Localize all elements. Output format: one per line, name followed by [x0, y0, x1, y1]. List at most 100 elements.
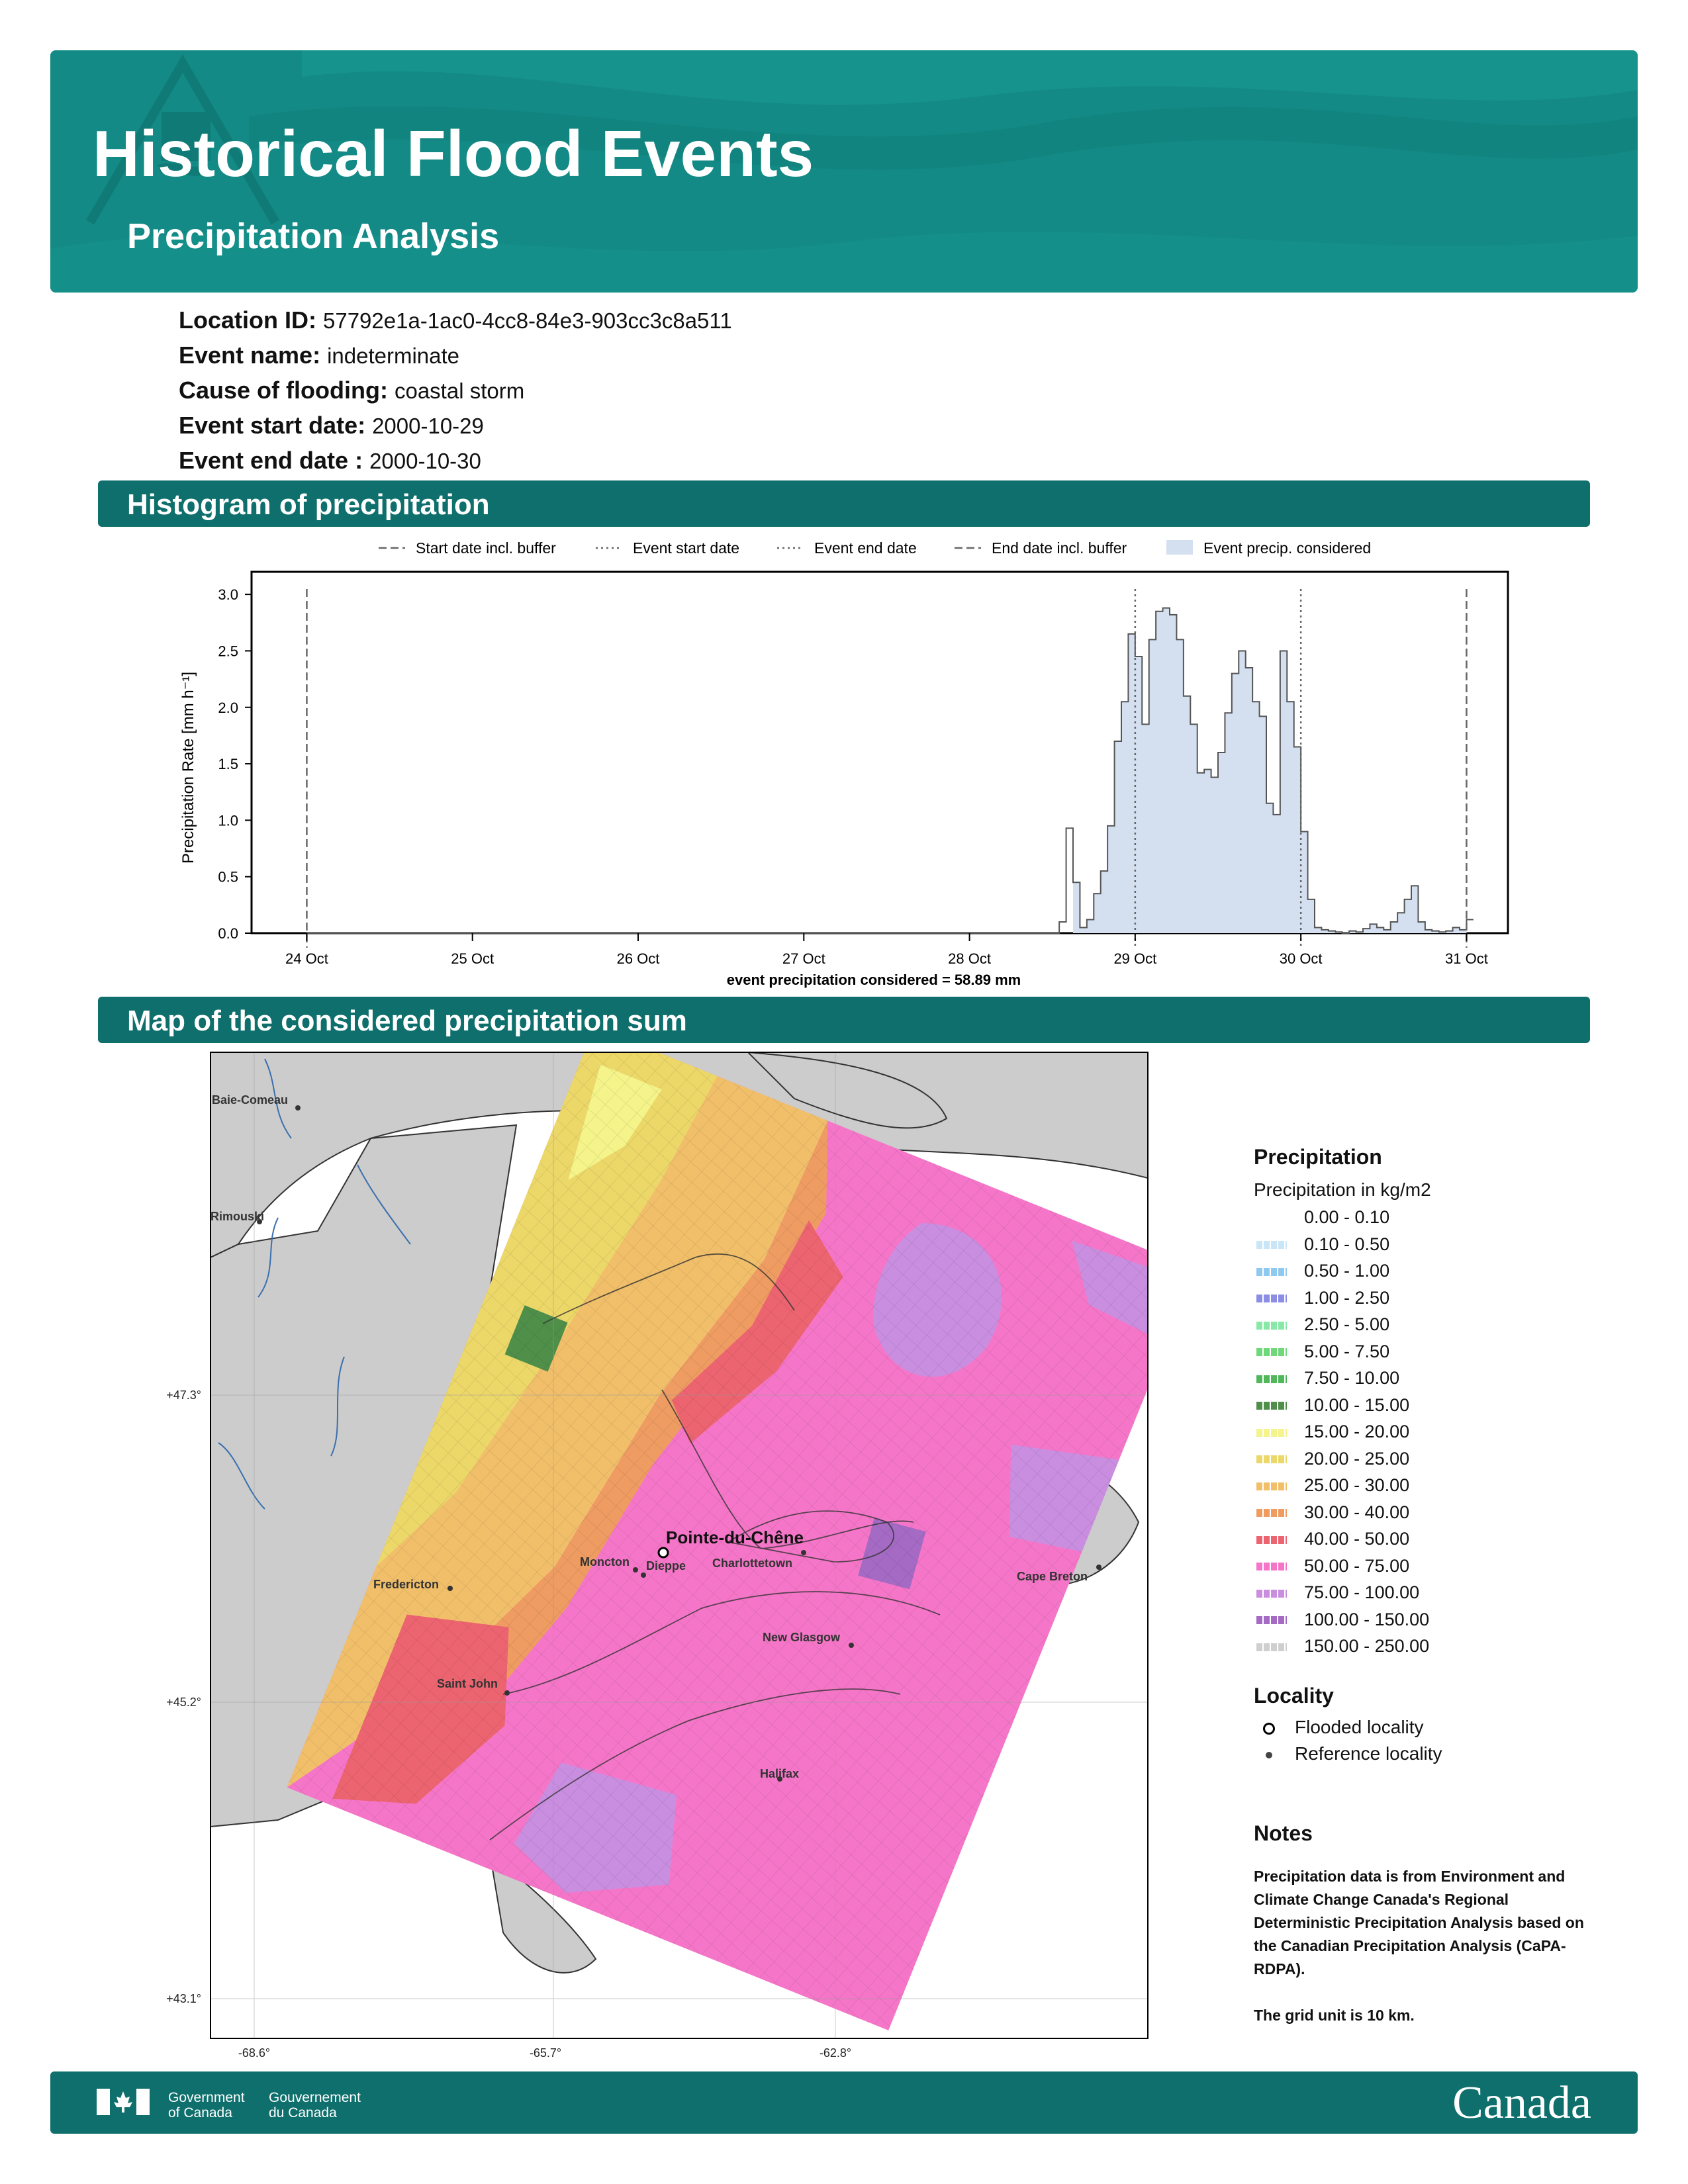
- notes-title: Notes: [1254, 1821, 1313, 1845]
- legend-bin: 75.00 - 100.00: [1254, 1582, 1429, 1610]
- legend-bin: 0.00 - 0.10: [1254, 1207, 1429, 1234]
- meta-row-start: Event start date: 2000-10-29: [179, 412, 484, 439]
- y-tick-label: 0.0: [218, 925, 238, 942]
- x-tick-label: 29 Oct: [1113, 950, 1156, 967]
- legend-bin-label: 100.00 - 150.00: [1304, 1609, 1430, 1629]
- x-tick-label: 27 Oct: [782, 950, 825, 967]
- y-axis-label: Precipitation Rate [mm h⁻¹]: [179, 672, 197, 864]
- legend-swatch: [1256, 1267, 1287, 1276]
- locality-saint-john: Saint John: [437, 1677, 498, 1690]
- canada-flag-icon: [97, 2089, 150, 2115]
- legend-bin-label: 15.00 - 20.00: [1304, 1422, 1410, 1441]
- legend-title: Precipitation: [1254, 1145, 1382, 1169]
- legend-label: Event start date: [633, 539, 739, 557]
- legend-bin-label: 0.00 - 0.10: [1304, 1207, 1390, 1227]
- legend-bin-label: 2.50 - 5.00: [1304, 1314, 1390, 1334]
- legend-swatch: [1256, 1348, 1287, 1357]
- page-subtitle: Precipitation Analysis: [127, 216, 500, 256]
- legend-bin-label: 150.00 - 250.00: [1304, 1636, 1430, 1656]
- legend-label: Start date incl. buffer: [416, 539, 556, 557]
- legend-swatch: [1256, 1563, 1287, 1571]
- legend-swatch: [1256, 1321, 1287, 1330]
- legend-bin: 15.00 - 20.00: [1254, 1422, 1429, 1449]
- legend-bin: 25.00 - 30.00: [1254, 1475, 1429, 1502]
- locality-rimouski: Rimouski: [211, 1210, 264, 1223]
- legend-swatch: [1256, 1375, 1287, 1383]
- legend-reference: Reference locality: [1263, 1743, 1442, 1764]
- legend-bin: 5.00 - 7.50: [1254, 1342, 1429, 1369]
- meta-row-event-name: Event name: indeterminate: [179, 341, 460, 369]
- flooded-locality-marker: [657, 1547, 669, 1559]
- precipitation-map: Baie-Comeau Rimouski Fredericton Moncton…: [166, 1052, 1149, 2060]
- legend-swatch: [1256, 1402, 1287, 1410]
- event-metadata: Location ID: 57792e1a-1ac0-4cc8-84e3-903c…: [179, 303, 732, 478]
- plot-frame: [250, 570, 1509, 934]
- legend-swatch: [1256, 1509, 1287, 1518]
- legend-bin: 7.50 - 10.00: [1254, 1368, 1429, 1395]
- lat-label-2: +45.2°: [166, 1696, 201, 1709]
- x-tick-label: 28 Oct: [948, 950, 991, 967]
- legend-bin: 40.00 - 50.00: [1254, 1529, 1429, 1556]
- chart-plot-area: 0.0 0.5 1.0 1.5 2.0 2.5 3.0 24 Oct 25 Oct 26 Oct 2…: [218, 570, 1509, 967]
- precipitation-histogram: Start date incl. buffer Event start date E…: [179, 539, 1509, 988]
- legend-subtitle: Precipitation in kg/m2: [1254, 1179, 1431, 1200]
- x-tick-label: 25 Oct: [451, 950, 494, 967]
- legend-bins: 0.00 - 0.10 0.10 - 0.50 0.50 - 1.00 1.00 - …: [1254, 1207, 1429, 1663]
- locality-moncton: Moncton: [580, 1555, 630, 1569]
- legend-swatch: [1256, 1482, 1287, 1490]
- locality-halifax: Halifax: [760, 1767, 799, 1780]
- legend-flooded: Flooded locality: [1263, 1717, 1424, 1738]
- locality-charlottetown: Charlottetown: [712, 1557, 792, 1570]
- y-tick-label: 2.5: [218, 643, 238, 659]
- y-tick-label: 3.0: [218, 586, 238, 603]
- page-title: Historical Flood Events: [93, 117, 814, 190]
- legend-bin-label: 30.00 - 40.00: [1304, 1502, 1410, 1522]
- locality-fredericton: Fredericton: [373, 1578, 439, 1591]
- y-tick-label: 1.0: [218, 812, 238, 829]
- reference-marker-icon: [1266, 1751, 1272, 1758]
- legend-swatch-fill: [1166, 540, 1193, 555]
- lat-label-1: +47.3°: [166, 1388, 201, 1402]
- notes-text: Precipitation data is from Environment a…: [1254, 1868, 1584, 2024]
- legend-bin: 100.00 - 150.00: [1254, 1610, 1429, 1637]
- legend-bin: 30.00 - 40.00: [1254, 1502, 1429, 1529]
- gov-wordmark-en: Government of Canada: [168, 2090, 245, 2120]
- meta-row-cause: Cause of flooding: coastal storm: [179, 377, 525, 404]
- legend-bin-label: 25.00 - 30.00: [1304, 1475, 1410, 1495]
- lat-label-3: +43.1°: [166, 1992, 201, 2005]
- legend-swatch: [1256, 1241, 1287, 1250]
- legend-label: Event end date: [814, 539, 917, 557]
- x-axis-label: event precipitation considered = 58.89 m…: [727, 972, 1021, 988]
- legend-bin: 0.50 - 1.00: [1254, 1261, 1429, 1288]
- lon-label-3: -62.8°: [820, 2046, 851, 2060]
- legend-swatch: [1256, 1535, 1287, 1544]
- lon-label-1: -68.6°: [238, 2046, 270, 2060]
- legend-label: Event precip. considered: [1203, 539, 1371, 557]
- y-tick-label: 2.0: [218, 700, 238, 716]
- x-tick-label: 30 Oct: [1280, 950, 1323, 967]
- legend-bin: 20.00 - 25.00: [1254, 1449, 1429, 1476]
- locality-dieppe: Dieppe: [646, 1559, 686, 1572]
- section-header-map: Map of the considered precipitation sum: [98, 997, 1590, 1043]
- chart-legend: Start date incl. buffer Event start date E…: [379, 539, 1371, 557]
- canada-wordmark: Canada: [1452, 2077, 1591, 2128]
- y-tick-label: 1.5: [218, 756, 238, 772]
- legend-swatch: [1256, 1214, 1287, 1222]
- legend-swatch: [1256, 1455, 1287, 1464]
- flooded-marker-icon: [1263, 1722, 1275, 1735]
- x-tick-label: 24 Oct: [285, 950, 328, 967]
- legend-bin-label: 1.00 - 2.50: [1304, 1287, 1390, 1308]
- header-banner: Historical Flood Events Precipitation An…: [50, 50, 1638, 293]
- legend-bin: 150.00 - 250.00: [1254, 1636, 1429, 1663]
- locality-new-glasgow: New Glasgow: [763, 1631, 841, 1644]
- meta-row-location: Location ID: 57792e1a-1ac0-4cc8-84e3-903c…: [179, 306, 732, 334]
- lon-label-2: -65.7°: [530, 2046, 561, 2060]
- section-header-histogram: Histogram of precipitation: [98, 480, 1590, 527]
- legend-bin-label: 10.00 - 15.00: [1304, 1394, 1410, 1415]
- legend-bin-label: 5.00 - 7.50: [1304, 1341, 1390, 1361]
- x-tick-label: 31 Oct: [1445, 950, 1488, 967]
- gov-wordmark-fr: Gouvernement du Canada: [269, 2090, 361, 2120]
- legend-label: End date incl. buffer: [992, 539, 1127, 557]
- meta-row-end: Event end date :2000-10-30: [179, 447, 481, 474]
- legend-bin: 1.00 - 2.50: [1254, 1288, 1429, 1315]
